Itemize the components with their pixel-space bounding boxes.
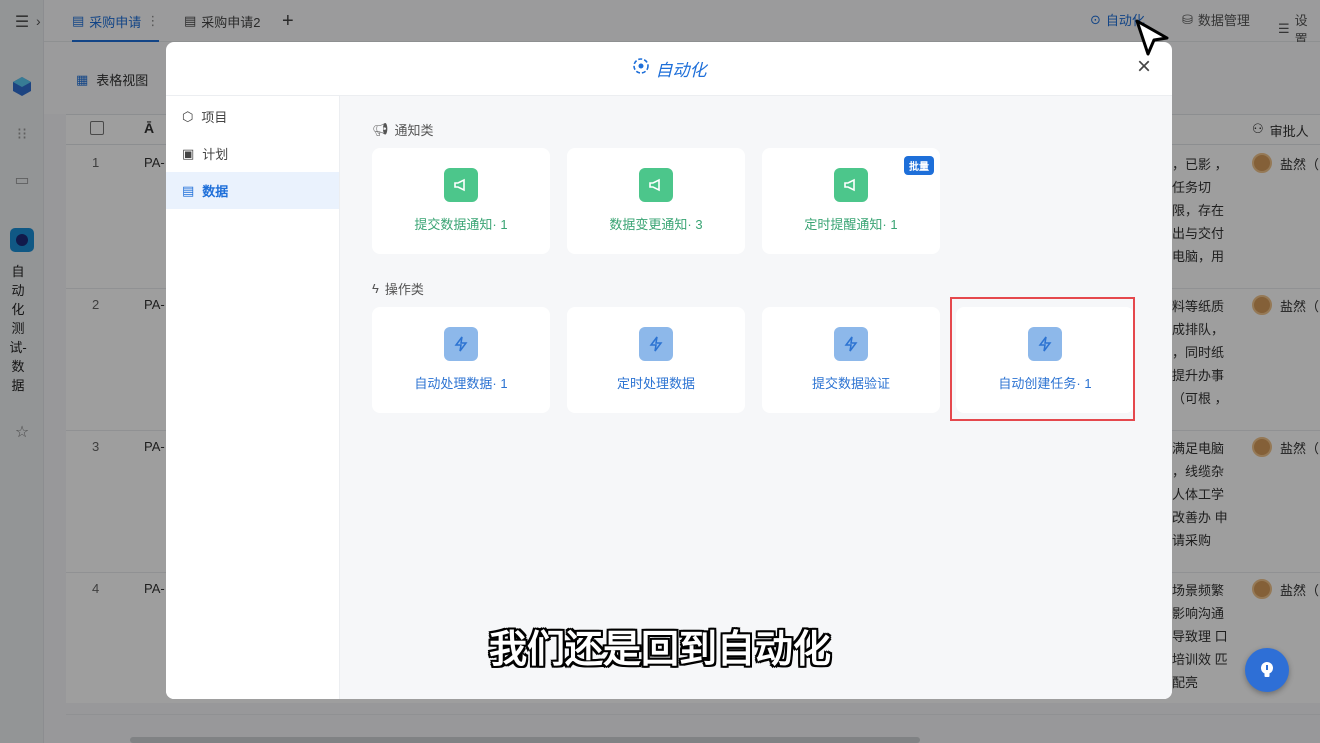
card-label: 提交数据通知· 1 [414,217,508,232]
batch-badge: 批量 [904,156,934,175]
modal-title: 自动化 [655,61,707,80]
card-submit-notify[interactable]: 提交数据通知· 1 [372,148,550,254]
lightning-icon: ϟ [372,281,379,296]
document-icon: ▤ [182,182,195,198]
lightning-icon [639,327,673,361]
lightning-icon [444,327,478,361]
highlight-box [950,297,1135,421]
nav-item-plan[interactable]: ▣ 计划 [166,135,339,172]
card-label: 提交数据验证 [811,376,890,391]
card-label: 定时提醒通知· 1 [804,217,898,232]
card-label: 定时处理数据 [616,376,695,391]
megaphone-icon: 📢︎ [372,121,389,137]
card-submit-validate[interactable]: 提交数据验证 [762,307,940,413]
help-button[interactable] [1245,648,1289,692]
section-label: 操作类 [384,282,424,297]
card-label: 数据变更通知· 3 [609,217,703,232]
lightning-icon [834,327,868,361]
card-timed-process[interactable]: 定时处理数据 [567,307,745,413]
cube-icon: ⬡ [182,108,194,124]
section-label: 通知类 [394,123,434,138]
video-subtitle: 我们还是回到自动化 [488,629,831,671]
megaphone-icon [834,168,868,202]
nav-item-project[interactable]: ⬡ 项目 [166,98,339,135]
card-auto-process[interactable]: 自动处理数据· 1 [372,307,550,413]
nav-label: 计划 [202,147,229,162]
card-timed-notify[interactable]: 批量 定时提醒通知· 1 [762,148,940,254]
automation-icon [632,57,650,80]
mouse-cursor-icon [1134,18,1170,63]
action-section-title: ϟ 操作类 [372,279,424,298]
nav-label: 数据 [202,184,229,199]
megaphone-icon [444,168,478,202]
lightbulb-icon [1261,662,1273,677]
plan-icon: ▣ [182,145,195,161]
card-label: 自动处理数据· 1 [414,376,508,391]
nav-item-data[interactable]: ▤ 数据 [166,172,339,209]
megaphone-icon [639,168,673,202]
modal-header: 自动化 [166,42,1172,96]
modal-nav: ⬡ 项目 ▣ 计划 ▤ 数据 [166,96,340,699]
card-change-notify[interactable]: 数据变更通知· 3 [567,148,745,254]
notify-section-title: 📢︎ 通知类 [372,120,434,139]
nav-label: 项目 [201,110,228,125]
